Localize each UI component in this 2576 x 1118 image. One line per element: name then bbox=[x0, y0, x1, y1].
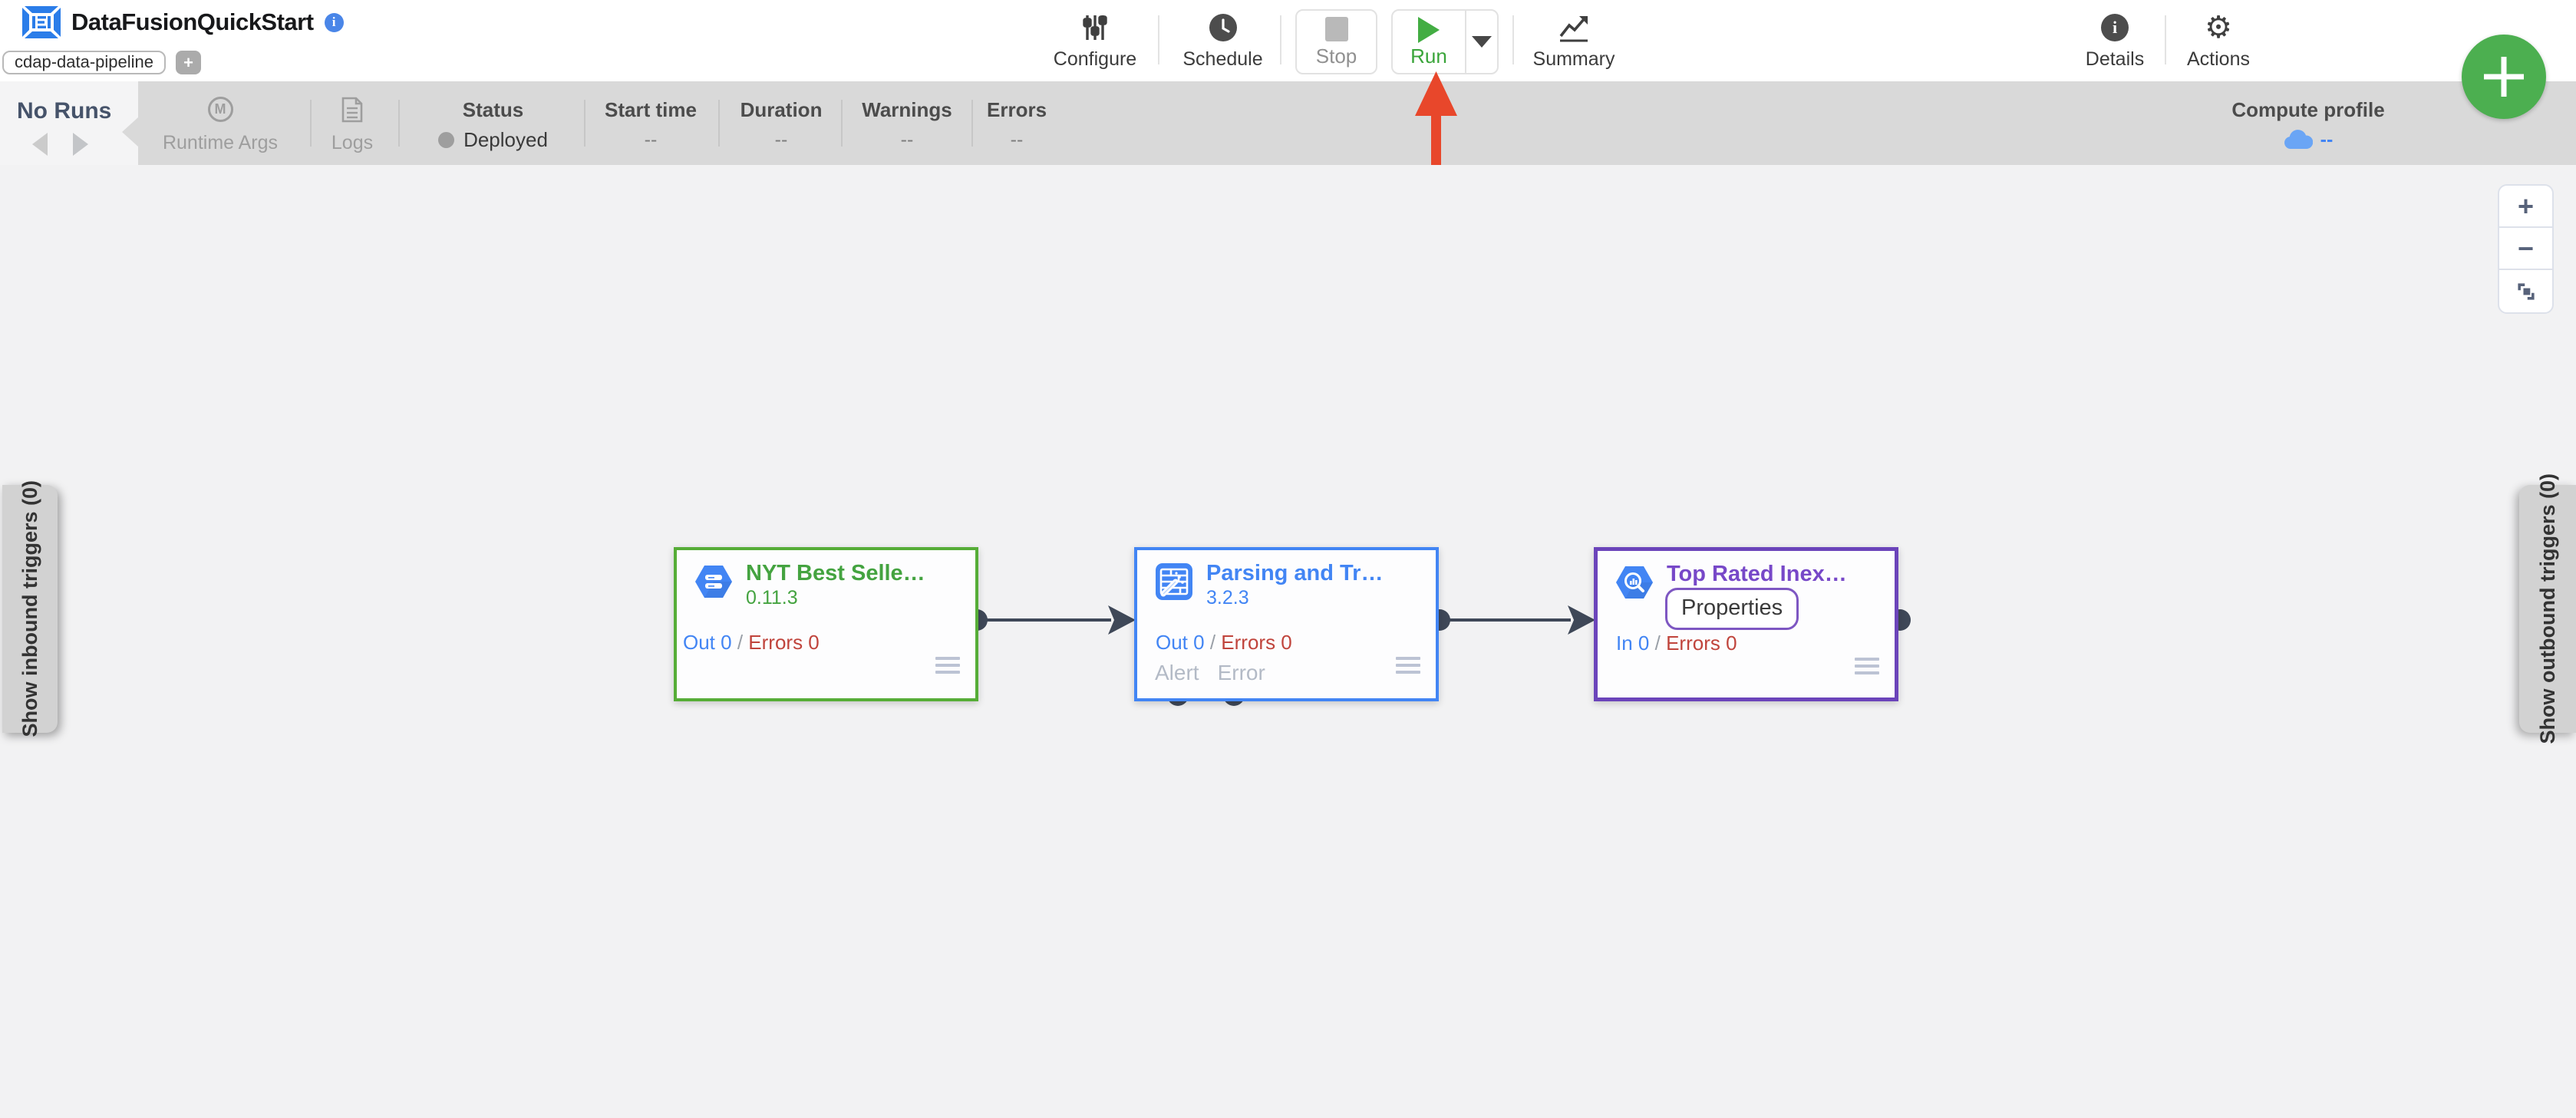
logs-button[interactable]: Logs bbox=[318, 81, 387, 165]
duration-field: Duration -- bbox=[740, 98, 823, 150]
node-title: Top Rated Inex… bbox=[1667, 562, 1847, 586]
status-dot-icon bbox=[438, 131, 455, 148]
run-selector: No Runs bbox=[0, 81, 138, 165]
no-runs-label: No Runs bbox=[17, 98, 112, 124]
add-plugin-fab-button[interactable] bbox=[2462, 35, 2546, 119]
pipeline-studio: DataFusionQuickStart i cdap-data-pipelin… bbox=[0, 0, 2576, 1118]
add-tag-button[interactable]: + bbox=[176, 51, 202, 74]
properties-button[interactable]: Properties bbox=[1665, 588, 1799, 630]
run-selector-notch bbox=[122, 117, 138, 147]
zoom-out-button[interactable]: − bbox=[2499, 228, 2552, 270]
arrowhead-icon bbox=[1108, 605, 1136, 635]
start-time-field: Start time -- bbox=[605, 98, 697, 150]
document-icon bbox=[341, 97, 363, 123]
pipeline-canvas[interactable]: Show inbound triggers (0) Show outbound … bbox=[0, 165, 2576, 1118]
bigquery-sink-icon bbox=[1616, 566, 1653, 599]
gear-icon: ⚙ bbox=[2205, 11, 2232, 45]
cdap-logo bbox=[22, 6, 61, 38]
divider bbox=[584, 100, 585, 147]
divider bbox=[841, 100, 843, 147]
divider bbox=[718, 100, 720, 147]
pipeline-type-badge: cdap-data-pipeline bbox=[2, 51, 167, 74]
runtime-args-button[interactable]: M Runtime Args bbox=[159, 81, 282, 165]
inbound-triggers-tab[interactable]: Show inbound triggers (0) bbox=[2, 480, 58, 737]
actions-button[interactable]: ⚙ Actions bbox=[2176, 8, 2261, 74]
compute-profile-value: -- bbox=[2320, 128, 2334, 150]
fit-to-screen-icon bbox=[2517, 282, 2535, 300]
node-title: NYT Best Selle… bbox=[746, 561, 925, 585]
node-port-labels: Alert Error bbox=[1155, 661, 1265, 685]
cloud-icon bbox=[2284, 130, 2313, 149]
node-version: 3.2.3 bbox=[1206, 587, 1249, 608]
divider bbox=[398, 100, 400, 147]
details-button[interactable]: i Details bbox=[2073, 8, 2157, 74]
node-metrics: Out 0 / Errors 0 bbox=[1156, 631, 1292, 654]
run-status-bar: No Runs M Runtime Args Logs Status Deplo… bbox=[0, 81, 2576, 165]
stop-icon bbox=[1324, 17, 1348, 41]
chevron-down-icon bbox=[1472, 36, 1492, 48]
divider bbox=[310, 100, 312, 147]
error-port-label: Error bbox=[1217, 661, 1265, 684]
divider bbox=[1158, 15, 1159, 64]
chart-line-icon bbox=[1558, 11, 1590, 45]
clock-icon bbox=[1209, 11, 1238, 45]
divider bbox=[1280, 15, 1281, 64]
run-button[interactable]: Run bbox=[1393, 11, 1465, 73]
node-metrics: Out 0 / Errors 0 bbox=[683, 631, 820, 654]
fit-to-screen-button[interactable] bbox=[2499, 270, 2552, 312]
status-field: Status Deployed bbox=[426, 81, 560, 165]
node-version: 0.11.3 bbox=[746, 587, 798, 608]
warnings-field: Warnings -- bbox=[862, 98, 952, 150]
compute-profile-field[interactable]: Compute profile -- bbox=[2231, 81, 2385, 165]
summary-button[interactable]: Summary bbox=[1528, 8, 1620, 74]
zoom-controls: + − bbox=[2498, 184, 2554, 314]
zoom-in-button[interactable]: + bbox=[2499, 186, 2552, 228]
configure-button[interactable]: Configure bbox=[1049, 8, 1141, 74]
node-sink[interactable]: Top Rated Inex… Properties In 0 / Errors… bbox=[1594, 547, 1898, 701]
divider bbox=[1512, 15, 1514, 64]
arrowhead-icon bbox=[1568, 605, 1595, 635]
info-icon[interactable]: i bbox=[324, 12, 344, 32]
info-circle-icon: i bbox=[2101, 14, 2129, 41]
node-metrics: In 0 / Errors 0 bbox=[1616, 632, 1737, 655]
divider bbox=[971, 100, 973, 147]
outbound-triggers-tab[interactable]: Show outbound triggers (0) bbox=[2519, 473, 2576, 744]
run-options-dropdown[interactable] bbox=[1465, 11, 1497, 73]
node-menu-button[interactable] bbox=[1855, 658, 1879, 678]
node-title: Parsing and Tr… bbox=[1206, 561, 1384, 585]
divider bbox=[2165, 15, 2166, 64]
node-transform[interactable]: Parsing and Tr… 3.2.3 Out 0 / Errors 0 A… bbox=[1134, 547, 1439, 701]
status-value: Deployed bbox=[463, 128, 548, 151]
wrangler-transform-icon bbox=[1156, 563, 1192, 600]
alert-port-label: Alert bbox=[1155, 661, 1199, 684]
node-menu-button[interactable] bbox=[935, 657, 960, 678]
previous-run-button[interactable] bbox=[32, 133, 48, 156]
gcs-source-icon bbox=[695, 566, 732, 598]
header: DataFusionQuickStart i cdap-data-pipelin… bbox=[0, 0, 2576, 81]
macro-icon: M bbox=[207, 97, 233, 122]
schedule-button[interactable]: Schedule bbox=[1179, 8, 1267, 74]
node-source[interactable]: NYT Best Selle… 0.11.3 Out 0 / Errors 0 bbox=[674, 547, 978, 701]
errors-field: Errors -- bbox=[986, 98, 1047, 150]
play-icon bbox=[1418, 17, 1440, 43]
sliders-icon bbox=[1080, 11, 1110, 45]
next-run-button[interactable] bbox=[73, 133, 88, 156]
stop-button[interactable]: Stop bbox=[1295, 9, 1377, 74]
page-title: DataFusionQuickStart bbox=[71, 8, 314, 35]
node-menu-button[interactable] bbox=[1396, 657, 1420, 678]
